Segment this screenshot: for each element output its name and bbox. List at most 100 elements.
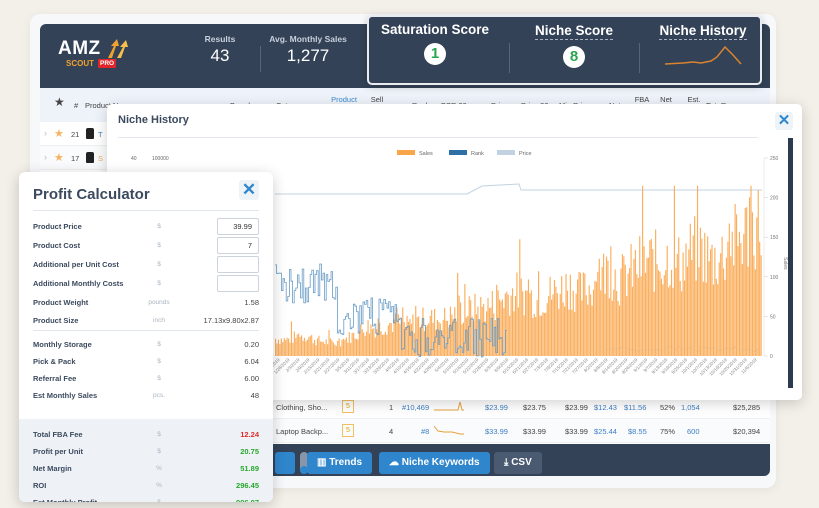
calc-value: 996.07 — [236, 498, 259, 502]
expand-chevron-icon[interactable]: › — [44, 128, 47, 138]
calc-row-additional-monthly-costs[interactable]: Additional Monthly Costs $ — [19, 275, 273, 293]
calc-label: Pick & Pack — [33, 357, 76, 366]
sales-bar — [535, 316, 537, 356]
col-num[interactable]: # — [74, 101, 78, 110]
sales-bar — [759, 241, 761, 356]
sales-bar — [347, 342, 349, 356]
calc-unit: % — [156, 465, 162, 472]
calc-row-product-cost[interactable]: Product Cost $ — [19, 237, 273, 255]
sales-bar — [603, 253, 605, 356]
calc-row-additional-per-unit-cost[interactable]: Additional per Unit Cost $ — [19, 256, 273, 274]
sales-bar — [406, 315, 408, 356]
calc-input[interactable] — [217, 275, 259, 292]
modal-title: Niche History — [118, 114, 189, 126]
sales-bar — [604, 293, 606, 356]
niche-score-title[interactable]: Niche Score — [534, 23, 614, 40]
calc-unit: $ — [157, 242, 161, 249]
sales-bar — [275, 338, 277, 356]
row-net[interactable]: $8.55 — [628, 427, 647, 436]
left-axis-tick: 40 — [131, 156, 137, 162]
sales-bar — [316, 338, 319, 356]
product-score-badge: 5 — [342, 424, 354, 437]
row-fba-fees[interactable]: $12.43 — [594, 403, 617, 412]
calc-input[interactable] — [217, 256, 259, 273]
sales-bar — [457, 272, 459, 356]
row-rank[interactable]: #8 — [421, 427, 429, 436]
sales-bar — [390, 323, 392, 356]
sales-bar — [584, 273, 586, 356]
sales-bar — [566, 290, 569, 356]
bsr-sparkline — [434, 401, 464, 411]
calc-input[interactable] — [217, 218, 259, 235]
sales-bar — [545, 312, 547, 356]
partial-button[interactable] — [275, 452, 295, 474]
calc-row-net-margin: Net Margin% 51.89 — [19, 460, 273, 478]
niche-score[interactable]: Niche Score 8 — [519, 22, 629, 68]
sales-bar — [418, 316, 420, 356]
row-rank[interactable]: #10,469 — [402, 403, 429, 412]
sales-bar — [279, 344, 281, 356]
trends-button[interactable]: ▥ Trends — [307, 452, 373, 474]
sales-bar — [353, 332, 355, 356]
sales-bar — [657, 270, 660, 356]
expand-chevron-icon[interactable]: › — [44, 152, 47, 162]
sales-bar — [696, 185, 699, 356]
sales-bar — [328, 330, 330, 356]
row-est-sales[interactable]: 600 — [687, 427, 700, 436]
legend-swatch-sales — [397, 150, 415, 155]
csv-label: CSV — [511, 457, 532, 468]
star-icon[interactable]: ★ — [54, 127, 64, 140]
niche-keywords-button[interactable]: ☁ Niche Keywords — [379, 452, 490, 474]
product-name[interactable]: S — [98, 154, 103, 163]
close-icon[interactable]: ✕ — [775, 112, 793, 130]
calc-row-product-price[interactable]: Product Price $ — [19, 218, 273, 236]
row-est-sales[interactable]: 1,054 — [681, 403, 700, 412]
calc-label: Referral Fee — [33, 374, 77, 383]
sales-bar — [464, 283, 466, 356]
sales-bar — [334, 344, 336, 356]
close-icon[interactable]: ✕ — [239, 180, 259, 200]
row-category: Laptop Backp... — [276, 427, 329, 436]
product-name[interactable]: T — [98, 130, 103, 139]
sales-bar — [381, 334, 384, 356]
sales-bar — [337, 340, 339, 356]
star-icon[interactable]: ★ — [54, 151, 64, 164]
sales-bar — [341, 339, 343, 356]
row-net-margin: 75% — [660, 427, 676, 436]
right-axis-tick-label: 0 — [770, 354, 773, 360]
sales-bar — [647, 257, 649, 356]
row-net[interactable]: $11.56 — [624, 403, 646, 412]
niche-history-title[interactable]: Niche History — [659, 23, 747, 40]
sales-bar — [338, 338, 340, 356]
sales-bar — [747, 266, 749, 356]
sales-bar — [358, 330, 360, 356]
star-header-icon[interactable]: ★ — [54, 96, 65, 108]
sales-bar — [286, 337, 288, 356]
calc-label: Additional per Unit Cost — [33, 260, 119, 269]
csv-button[interactable]: ⤓ CSV — [494, 452, 542, 474]
sales-bar — [748, 197, 751, 356]
sales-bar — [442, 319, 444, 356]
scrollbar[interactable] — [788, 138, 793, 388]
sales-bar — [670, 269, 673, 356]
sales-bar — [663, 275, 665, 356]
niche-history-summary[interactable]: Niche History — [649, 22, 757, 74]
bar-chart-icon: ▥ — [317, 457, 327, 468]
results-value: 43 — [210, 46, 230, 65]
row-sellers: 4 — [389, 427, 394, 436]
sales-bar — [487, 298, 489, 356]
calc-unit: $ — [157, 375, 161, 382]
sales-bar — [409, 319, 411, 356]
sales-bar — [471, 316, 473, 356]
row-price[interactable]: $23.99 — [485, 403, 508, 412]
sales-bar — [399, 323, 401, 356]
sales-bar — [536, 300, 538, 356]
sales-bar — [329, 338, 332, 356]
sales-bar — [384, 331, 386, 356]
sales-bar — [574, 311, 576, 356]
sales-bar — [614, 269, 616, 356]
sales-bar — [280, 338, 282, 356]
calc-input[interactable] — [217, 237, 259, 254]
row-fba-fees[interactable]: $25.44 — [594, 427, 617, 436]
row-price[interactable]: $33.99 — [485, 427, 508, 436]
